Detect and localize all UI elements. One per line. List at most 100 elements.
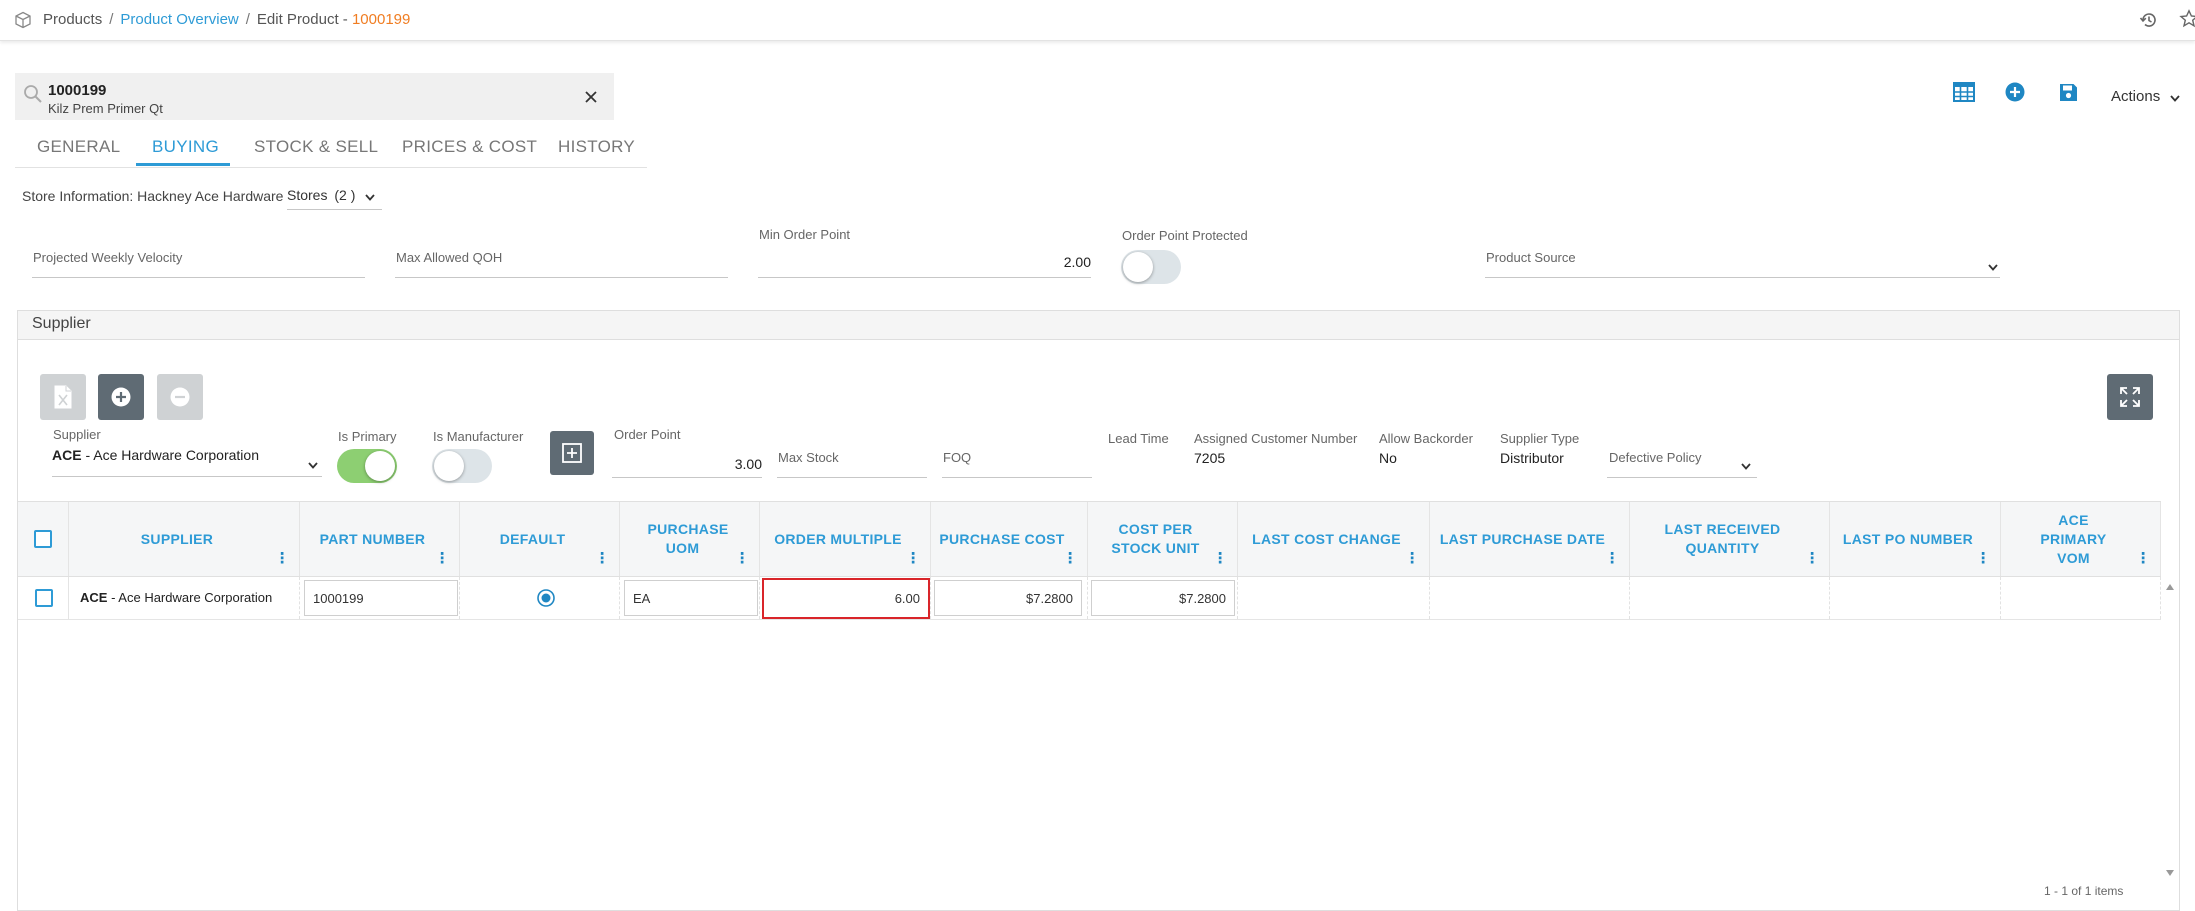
row-supplier-name: - Ace Hardware Corporation [111, 590, 273, 605]
export-excel-button[interactable] [40, 374, 86, 420]
col-default[interactable]: DEFAULT ⋮ [460, 502, 620, 576]
col-purchase-uom[interactable]: PURCHASE UOM ⋮ [620, 502, 760, 576]
tab-stock-sell[interactable]: STOCK & SELL [254, 137, 378, 157]
add-order-point-button[interactable] [550, 431, 594, 475]
active-tab-indicator [136, 163, 230, 166]
max-stock-input[interactable] [777, 444, 927, 478]
remove-circle-icon [170, 387, 190, 412]
toggle-knob [434, 451, 464, 481]
order-point-protected-toggle[interactable] [1121, 250, 1181, 284]
column-menu-icon[interactable]: ⋮ [1976, 551, 1991, 566]
projected-weekly-velocity-input[interactable] [32, 244, 365, 278]
purchase-uom-input[interactable]: EA [624, 580, 758, 616]
col-purchase-cost[interactable]: PURCHASE COST ⋮ [931, 502, 1088, 576]
grid-pager-info: 1 - 1 of 1 items [2044, 884, 2124, 898]
col-order-multiple[interactable]: ORDER MULTIPLE ⋮ [760, 502, 931, 576]
column-menu-icon[interactable]: ⋮ [1405, 551, 1420, 566]
col-supplier[interactable]: SUPPLIER ⋮ [69, 502, 300, 576]
row-checkbox[interactable] [35, 589, 53, 607]
order-point-protected-label: Order Point Protected [1122, 228, 1248, 243]
default-radio[interactable] [537, 589, 555, 612]
table-row[interactable]: ACE - Ace Hardware Corporation 1000199 E… [18, 577, 2161, 620]
scroll-down-icon[interactable] [2166, 863, 2174, 881]
column-menu-icon[interactable]: ⋮ [2136, 551, 2151, 566]
column-menu-icon[interactable]: ⋮ [1805, 551, 1820, 566]
product-cube-icon [14, 11, 32, 34]
grid-scrollbar[interactable] [2161, 577, 2179, 877]
cell-purchase-cost: $7.2800 [931, 577, 1088, 619]
breadcrumb-edit-product: Edit Product - [256, 11, 352, 28]
col-cost-per-stock-unit[interactable]: COST PER STOCK UNIT ⋮ [1088, 502, 1238, 576]
col-last-received-quantity[interactable]: LAST RECEIVED QUANTITY ⋮ [1630, 502, 1830, 576]
column-menu-icon[interactable]: ⋮ [595, 551, 610, 566]
col-part-number[interactable]: PART NUMBER ⋮ [300, 502, 460, 576]
history-icon[interactable] [2139, 10, 2159, 35]
product-source-select[interactable] [1485, 244, 2000, 278]
is-primary-toggle[interactable] [337, 449, 397, 483]
close-icon[interactable] [584, 90, 598, 109]
column-menu-icon[interactable]: ⋮ [1605, 551, 1620, 566]
column-menu-icon[interactable]: ⋮ [1213, 551, 1228, 566]
star-icon[interactable] [2179, 9, 2195, 34]
column-menu-icon[interactable]: ⋮ [1063, 551, 1078, 566]
tab-history[interactable]: HISTORY [558, 137, 635, 157]
defective-policy-select[interactable] [1607, 444, 1757, 478]
breadcrumb-products[interactable]: Products [43, 11, 102, 28]
column-menu-icon[interactable]: ⋮ [435, 551, 450, 566]
projected-weekly-velocity-underline [32, 277, 365, 278]
column-menu-icon[interactable]: ⋮ [275, 551, 290, 566]
cell-part-number: 1000199 [300, 577, 460, 619]
remove-supplier-button[interactable] [157, 374, 203, 420]
select-all-checkbox[interactable] [34, 530, 52, 548]
actions-menu[interactable]: Actions [2111, 88, 2181, 106]
is-manufacturer-label: Is Manufacturer [433, 429, 524, 444]
order-point-underline [612, 477, 762, 478]
breadcrumb-product-code: 1000199 [351, 11, 411, 28]
store-information-label: Store Information: Hackney Ace Hardware [22, 188, 284, 204]
order-point-label: Order Point [614, 427, 681, 442]
actions-label: Actions [2111, 88, 2161, 105]
tab-prices-cost[interactable]: PRICES & COST [402, 137, 537, 157]
grid-view-icon[interactable] [1953, 82, 1975, 107]
expand-button[interactable] [2107, 374, 2153, 420]
purchase-cost-input[interactable]: $7.2800 [934, 580, 1082, 616]
stores-select[interactable]: Stores (2 ) [287, 187, 382, 211]
row-supplier-code: ACE [80, 590, 108, 605]
breadcrumb-product-overview[interactable]: Product Overview [120, 11, 238, 28]
save-icon[interactable] [2059, 83, 2078, 107]
stores-count: (2 ) [334, 187, 356, 203]
column-menu-icon[interactable]: ⋮ [735, 551, 750, 566]
chevron-down-icon [2170, 89, 2181, 106]
row-select-cell [18, 577, 69, 619]
col-last-cost-change[interactable]: LAST COST CHANGE ⋮ [1238, 502, 1430, 576]
scroll-up-icon[interactable] [2166, 577, 2174, 595]
chevron-down-icon [1988, 258, 1998, 276]
column-menu-icon[interactable]: ⋮ [906, 551, 921, 566]
is-manufacturer-toggle[interactable] [432, 449, 492, 483]
is-primary-label: Is Primary [338, 429, 397, 444]
search-icon [23, 84, 43, 109]
col-last-purchase-date[interactable]: LAST PURCHASE DATE ⋮ [1430, 502, 1630, 576]
max-allowed-qoh-input[interactable] [395, 244, 728, 278]
foq-input[interactable] [942, 444, 1092, 478]
order-multiple-input[interactable]: 6.00 [762, 578, 930, 619]
assigned-customer-number-label: Assigned Customer Number [1194, 431, 1358, 446]
col-last-po-number[interactable]: LAST PO NUMBER ⋮ [1830, 502, 2001, 576]
tab-general[interactable]: GENERAL [37, 137, 120, 157]
add-supplier-button[interactable] [98, 374, 144, 420]
tab-buying[interactable]: BUYING [152, 137, 219, 157]
min-order-point-input[interactable]: 2.00 [758, 254, 1091, 270]
min-order-point-underline [758, 277, 1091, 278]
part-number-input[interactable]: 1000199 [304, 580, 458, 616]
plus-square-icon [562, 443, 582, 468]
chevron-down-icon [1741, 457, 1751, 475]
product-search-box[interactable]: 1000199 Kilz Prem Primer Qt [15, 73, 614, 120]
supplier-underline [52, 476, 322, 477]
add-circle-icon[interactable] [2005, 82, 2025, 107]
supplier-select[interactable]: ACE - Ace Hardware Corporation [52, 447, 322, 477]
cost-per-stock-unit-input[interactable]: $7.2800 [1091, 580, 1235, 616]
lead-time-label: Lead Time [1108, 431, 1169, 446]
assigned-customer-number-value: 7205 [1194, 450, 1226, 466]
order-point-input[interactable]: 3.00 [612, 456, 762, 472]
col-ace-primary-vom[interactable]: ACE PRIMARY VOM ⋮ [2001, 502, 2161, 576]
